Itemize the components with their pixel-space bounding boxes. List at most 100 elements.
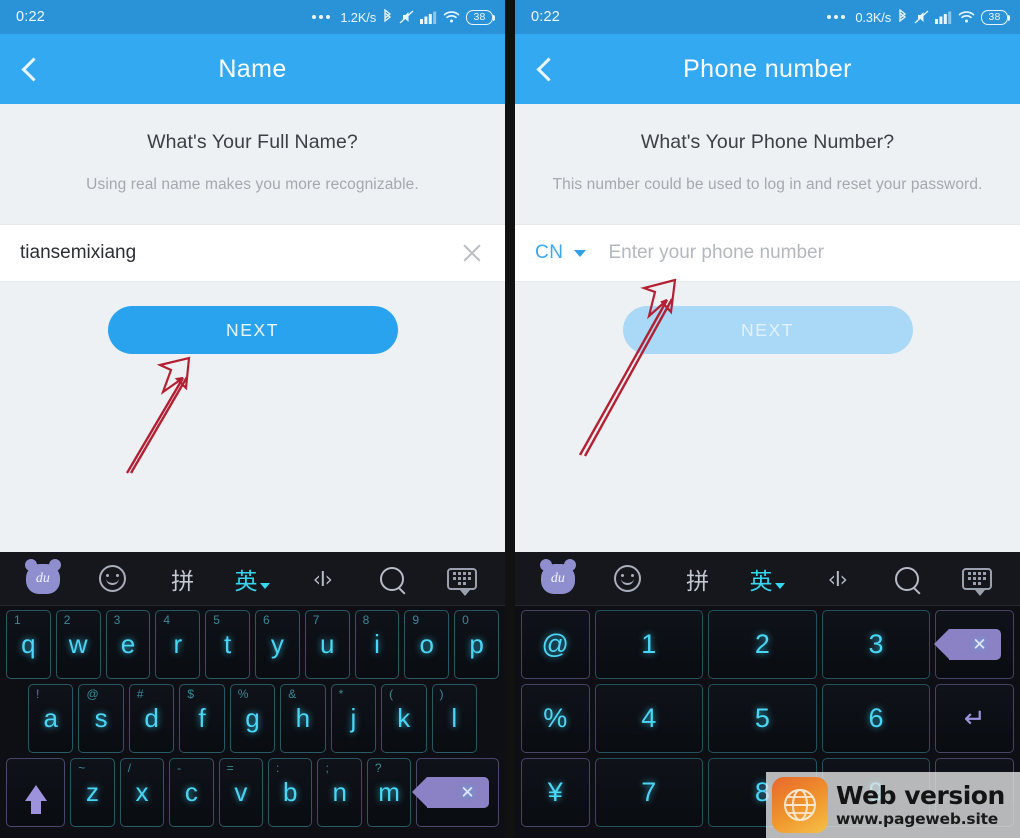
signal-bars-icon [420, 11, 437, 24]
key-shift[interactable] [6, 758, 66, 827]
key-e[interactable]: 3e [105, 610, 151, 679]
chevron-down-icon[interactable] [574, 249, 587, 257]
key-label: h [295, 703, 311, 733]
baidu-logo-icon[interactable]: du [23, 558, 63, 599]
emoji-icon[interactable] [93, 559, 133, 599]
key-g[interactable]: % g [229, 684, 276, 753]
key-sup: 4 [163, 613, 171, 627]
key-r[interactable]: 4r [155, 610, 201, 679]
cursor-move-icon[interactable]: ‹I› [817, 559, 857, 599]
emoji-icon[interactable] [608, 559, 648, 599]
key-o[interactable]: 9o [404, 610, 450, 679]
keyboard-toolbar-left: du 拼 英 ‹I› [0, 552, 505, 606]
key-2[interactable]: 2 [708, 610, 817, 679]
hide-keyboard-icon[interactable] [957, 559, 997, 599]
key-delete[interactable]: ✕ [933, 610, 1014, 679]
key-sup: $ [187, 687, 194, 701]
status-icons-group: 0.3K/s 38 [827, 9, 1010, 25]
wifi-icon [443, 11, 460, 23]
next-button-area-right: NEXT [515, 282, 1020, 354]
baidu-keyboard-qwerty: du 拼 英 ‹I› 1q 2w 3e 4r 5t 6y 7u 8i 9 o 0… [0, 552, 505, 838]
key-sup: ? [374, 761, 382, 775]
phone-number-input[interactable]: Enter your phone number [608, 242, 823, 264]
phone-screen-number: 0:22 0.3K/s 38 Phone number What's Your … [515, 0, 1020, 838]
key-d[interactable]: # d [128, 684, 175, 753]
key-n[interactable]: ; n [317, 758, 362, 827]
country-code-selector[interactable]: CN [535, 242, 563, 264]
next-button-area-left: NEXT [0, 282, 505, 354]
key-sup: 2 [63, 613, 71, 627]
phone-number-input-row[interactable]: CN Enter your phone number [515, 224, 1020, 282]
status-icons-group: 1.2K/s 38 [312, 9, 495, 25]
search-icon[interactable] [887, 559, 927, 599]
key-k[interactable]: (k [381, 684, 427, 753]
english-mode-icon[interactable]: 英 [232, 559, 272, 599]
key-j[interactable]: * j [330, 684, 377, 753]
key-w[interactable]: 2w [55, 610, 101, 679]
pinyin-mode-icon[interactable]: 拼 [163, 559, 203, 599]
close-x-icon[interactable] [459, 240, 485, 266]
back-button[interactable] [0, 34, 66, 104]
next-button[interactable]: NEXT [107, 306, 398, 354]
baidu-logo-icon[interactable]: du [538, 558, 578, 599]
key-c[interactable]: -c [169, 758, 214, 827]
mute-icon [399, 10, 414, 24]
key-4[interactable]: 4 [594, 684, 704, 753]
key-yen[interactable]: ¥ [521, 758, 590, 827]
cursor-move-icon[interactable]: ‹I› [302, 559, 342, 599]
key-3[interactable]: 3 [821, 610, 931, 679]
key-f[interactable]: $ f [179, 684, 225, 753]
key-s[interactable]: @ s [78, 684, 124, 753]
key-at[interactable]: @ [521, 610, 590, 679]
key-delete[interactable]: ✕ [411, 758, 499, 827]
key-y[interactable]: 6y [254, 610, 300, 679]
key-u[interactable]: 7u [304, 610, 350, 679]
hide-keyboard-icon[interactable] [442, 559, 482, 599]
key-label: a [43, 703, 58, 733]
full-name-input-value[interactable]: tiansemixiang [20, 242, 136, 264]
key-i[interactable]: 8i [354, 610, 400, 679]
search-icon[interactable] [372, 559, 412, 599]
key-enter[interactable]: ↵ [935, 684, 1014, 753]
key-q[interactable]: 1q [6, 610, 51, 679]
key-label: w [68, 629, 88, 659]
key-v[interactable]: = v [218, 758, 264, 827]
key-m[interactable]: ? m [366, 758, 412, 827]
num-row-2: % 4 5 6 ↵ [519, 684, 1016, 753]
key-label: b [283, 777, 298, 807]
key-label: m [378, 777, 400, 807]
battery-icon: 38 [466, 9, 495, 25]
back-button[interactable] [515, 34, 581, 104]
full-name-input-row[interactable]: tiansemixiang [0, 224, 505, 282]
key-percent[interactable]: % [521, 684, 590, 753]
key-x[interactable]: / x [119, 758, 165, 827]
key-6[interactable]: 6 [821, 684, 931, 753]
dual-screenshot-stage: 0:22 1.2K/s 38 Name What's Your Full Nam… [0, 0, 1020, 838]
next-button[interactable]: NEXT [622, 306, 913, 354]
key-h[interactable]: & h [280, 684, 326, 753]
key-l[interactable]: ) l [431, 684, 477, 753]
key-sup: 1 [14, 613, 21, 627]
key-label: r [173, 629, 183, 659]
page-title: Name [218, 54, 287, 83]
key-label: q [21, 629, 36, 659]
key-sup: * [338, 687, 344, 701]
key-b[interactable]: :b [268, 758, 313, 827]
app-bar-right: Phone number [515, 34, 1020, 104]
key-sup: 6 [262, 613, 270, 627]
key-t[interactable]: 5t [205, 610, 250, 679]
watermark: Web version www.pageweb.site [766, 772, 1020, 838]
key-5[interactable]: 5 [708, 684, 817, 753]
english-mode-icon[interactable]: 英 [747, 559, 787, 599]
key-p[interactable]: 0p [454, 610, 499, 679]
key-sup: % [237, 687, 249, 701]
key-sup: ~ [78, 761, 86, 775]
key-z[interactable]: ~ z [70, 758, 115, 827]
key-7[interactable]: 7 [594, 758, 704, 827]
key-1[interactable]: 1 [594, 610, 704, 679]
watermark-url: www.pageweb.site [836, 809, 999, 828]
key-sup: 9 [412, 613, 420, 627]
pinyin-mode-icon[interactable]: 拼 [678, 559, 718, 599]
key-label: y [270, 629, 284, 659]
key-a[interactable]: ! a [28, 684, 74, 753]
